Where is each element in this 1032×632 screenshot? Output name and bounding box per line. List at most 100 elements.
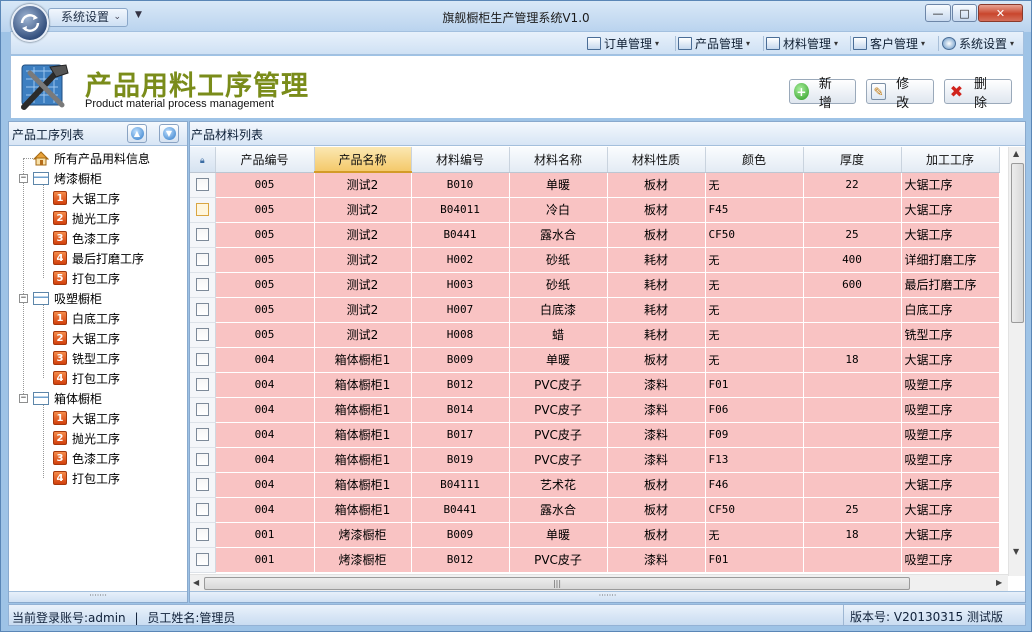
add-button[interactable]: + 新增 [789, 77, 856, 111]
row-checkbox-cell[interactable] [190, 247, 216, 273]
row-checkbox-cell[interactable] [190, 222, 216, 248]
row-checkbox-cell[interactable] [190, 272, 216, 298]
menu-materials[interactable]: 材料管理 ▾ [766, 35, 838, 52]
horizontal-scrollbar[interactable]: ◀ ||| ▶ [190, 574, 1008, 591]
table-row[interactable]: 004 箱体橱柜1 B019 PVC皮子 漆料 F13 吸塑工序 [190, 447, 1000, 473]
row-checkbox-cell[interactable] [190, 422, 216, 448]
column-header[interactable]: 厚度 [803, 147, 902, 173]
row-checkbox[interactable] [195, 553, 209, 567]
table-row[interactable]: 004 箱体橱柜1 B012 PVC皮子 漆料 F01 吸塑工序 [190, 372, 1000, 398]
table-row[interactable]: 005 测试2 B04011 冷白 板材 F45 大锯工序 [190, 197, 1000, 223]
column-header[interactable]: 颜色 [705, 147, 804, 173]
menu-customers[interactable]: 客户管理 ▾ [853, 35, 925, 52]
row-checkbox[interactable] [195, 303, 209, 317]
row-checkbox[interactable] [195, 178, 209, 192]
row-checkbox[interactable] [195, 503, 209, 517]
table-row[interactable]: 004 箱体橱柜1 B014 PVC皮子 漆料 F06 吸塑工序 [190, 397, 1000, 423]
app-menu-button[interactable] [11, 4, 49, 42]
row-checkbox[interactable] [195, 328, 209, 342]
tree-item[interactable]: 4 最后打磨工序 [53, 248, 144, 268]
table-row[interactable]: 001 烤漆橱柜 B009 单暖 板材无 18 大锯工序 [190, 522, 1000, 548]
expand-all-button[interactable]: ▲ [127, 124, 147, 143]
row-checkbox[interactable] [195, 453, 209, 467]
tree-item[interactable]: 4 打包工序 [53, 468, 120, 488]
tree-item[interactable]: 3 色漆工序 [53, 228, 120, 248]
table-row[interactable]: 005 测试2 B010 单暖 板材无 22 大锯工序 [190, 172, 1000, 198]
row-checkbox-cell[interactable] [190, 372, 216, 398]
column-header[interactable]: 产品编号 [215, 147, 315, 173]
table-row[interactable]: 005 测试2 H008 蜡耗材无 铣型工序 [190, 322, 1000, 348]
row-checkbox[interactable] [195, 203, 209, 217]
tree-root[interactable]: 所有产品用料信息 [33, 148, 150, 168]
table-row[interactable]: 005 测试2 H007 白底漆 耗材无 白底工序 [190, 297, 1000, 323]
scroll-down-icon[interactable]: ▼ [1013, 547, 1019, 556]
row-checkbox-cell[interactable] [190, 547, 216, 573]
scroll-right-icon[interactable]: ▶ [996, 578, 1002, 587]
row-checkbox-cell[interactable] [190, 472, 216, 498]
edit-button[interactable]: ✎ 修改 [866, 77, 934, 111]
table-row[interactable]: 005 测试2 H003 砂纸 耗材无 600 最后打磨工序 [190, 272, 1000, 298]
menu-settings[interactable]: 系统设置 ▾ [942, 35, 1014, 52]
tree-item[interactable]: 1 白底工序 [53, 308, 120, 328]
tree-item[interactable]: 1 大锯工序 [53, 188, 120, 208]
tree-item[interactable]: 2 大锯工序 [53, 328, 120, 348]
tree-item[interactable]: 2 抛光工序 [53, 428, 120, 448]
collapse-all-button[interactable]: ▼ [159, 124, 179, 143]
table-row[interactable]: 004 箱体橱柜1 B04111 艺术花 板材 F46 大锯工序 [190, 472, 1000, 498]
row-checkbox[interactable] [195, 353, 209, 367]
row-checkbox[interactable] [195, 478, 209, 492]
scroll-left-icon[interactable]: ◀ [193, 578, 199, 587]
select-all-header[interactable]: 🔒︎ [190, 147, 216, 173]
maximize-button[interactable]: □ [952, 4, 977, 22]
vertical-scroll-thumb[interactable] [1011, 163, 1024, 323]
delete-button[interactable]: ✖ 删除 [944, 77, 1012, 111]
row-checkbox[interactable] [195, 378, 209, 392]
left-panel-splitter[interactable]: ······· [9, 591, 187, 602]
collapse-icon[interactable]: − [19, 394, 28, 403]
close-button[interactable]: ✕ [978, 4, 1023, 22]
row-checkbox-cell[interactable] [190, 347, 216, 373]
row-checkbox-cell[interactable] [190, 172, 216, 198]
tree-item[interactable]: 3 铣型工序 [53, 348, 120, 368]
table-row[interactable]: 004 箱体橱柜1 B017 PVC皮子 漆料 F09 吸塑工序 [190, 422, 1000, 448]
menu-orders[interactable]: 订单管理 ▾ [587, 35, 659, 52]
table-row[interactable]: 001 烤漆橱柜 B012 PVC皮子 漆料 F01 吸塑工序 [190, 547, 1000, 573]
table-row[interactable]: 005 测试2 H002 砂纸 耗材无 400 详细打磨工序 [190, 247, 1000, 273]
tree-group-paint-cabinet[interactable]: 烤漆橱柜 [33, 168, 102, 188]
tree-item[interactable]: 4 打包工序 [53, 368, 120, 388]
scroll-up-icon[interactable]: ▲ [1013, 149, 1019, 158]
table-row[interactable]: 004 箱体橱柜1 B0441 露水合 板材 CF50 25 大锯工序 [190, 497, 1000, 523]
minimize-button[interactable]: — [925, 4, 951, 22]
row-checkbox-cell[interactable] [190, 447, 216, 473]
tree-item[interactable]: 5 打包工序 [53, 268, 120, 288]
tree-item[interactable]: 3 色漆工序 [53, 448, 120, 468]
column-header[interactable]: 加工工序 [901, 147, 1000, 173]
table-row[interactable]: 004 箱体橱柜1 B009 单暖 板材无 18 大锯工序 [190, 347, 1000, 373]
row-checkbox-cell[interactable] [190, 522, 216, 548]
column-header[interactable]: 材料编号 [411, 147, 510, 173]
row-checkbox[interactable] [195, 278, 209, 292]
row-checkbox[interactable] [195, 403, 209, 417]
row-checkbox-cell[interactable] [190, 197, 216, 223]
right-panel-splitter[interactable]: ······· [190, 591, 1025, 602]
row-checkbox[interactable] [195, 253, 209, 267]
collapse-icon[interactable]: − [19, 174, 28, 183]
tree-group-vacuum-cabinet[interactable]: 吸塑橱柜 [33, 288, 102, 308]
row-checkbox[interactable] [195, 528, 209, 542]
row-checkbox-cell[interactable] [190, 497, 216, 523]
column-header[interactable]: 材料性质 [607, 147, 706, 173]
row-checkbox[interactable] [195, 228, 209, 242]
column-header[interactable]: 材料名称 [509, 147, 608, 173]
collapse-icon[interactable]: − [19, 294, 28, 303]
tree-group-box-cabinet[interactable]: 箱体橱柜 [33, 388, 102, 408]
row-checkbox-cell[interactable] [190, 397, 216, 423]
row-checkbox-cell[interactable] [190, 322, 216, 348]
menu-products[interactable]: 产品管理 ▾ [678, 35, 750, 52]
vertical-scrollbar[interactable]: ▲ ▼ [1008, 147, 1025, 576]
row-checkbox[interactable] [195, 428, 209, 442]
row-checkbox-cell[interactable] [190, 297, 216, 323]
table-row[interactable]: 005 测试2 B0441 露水合 板材 CF50 25 大锯工序 [190, 222, 1000, 248]
tree-item[interactable]: 1 大锯工序 [53, 408, 120, 428]
tree-item[interactable]: 2 抛光工序 [53, 208, 120, 228]
column-header-sorted[interactable]: 产品名称 [314, 147, 412, 173]
